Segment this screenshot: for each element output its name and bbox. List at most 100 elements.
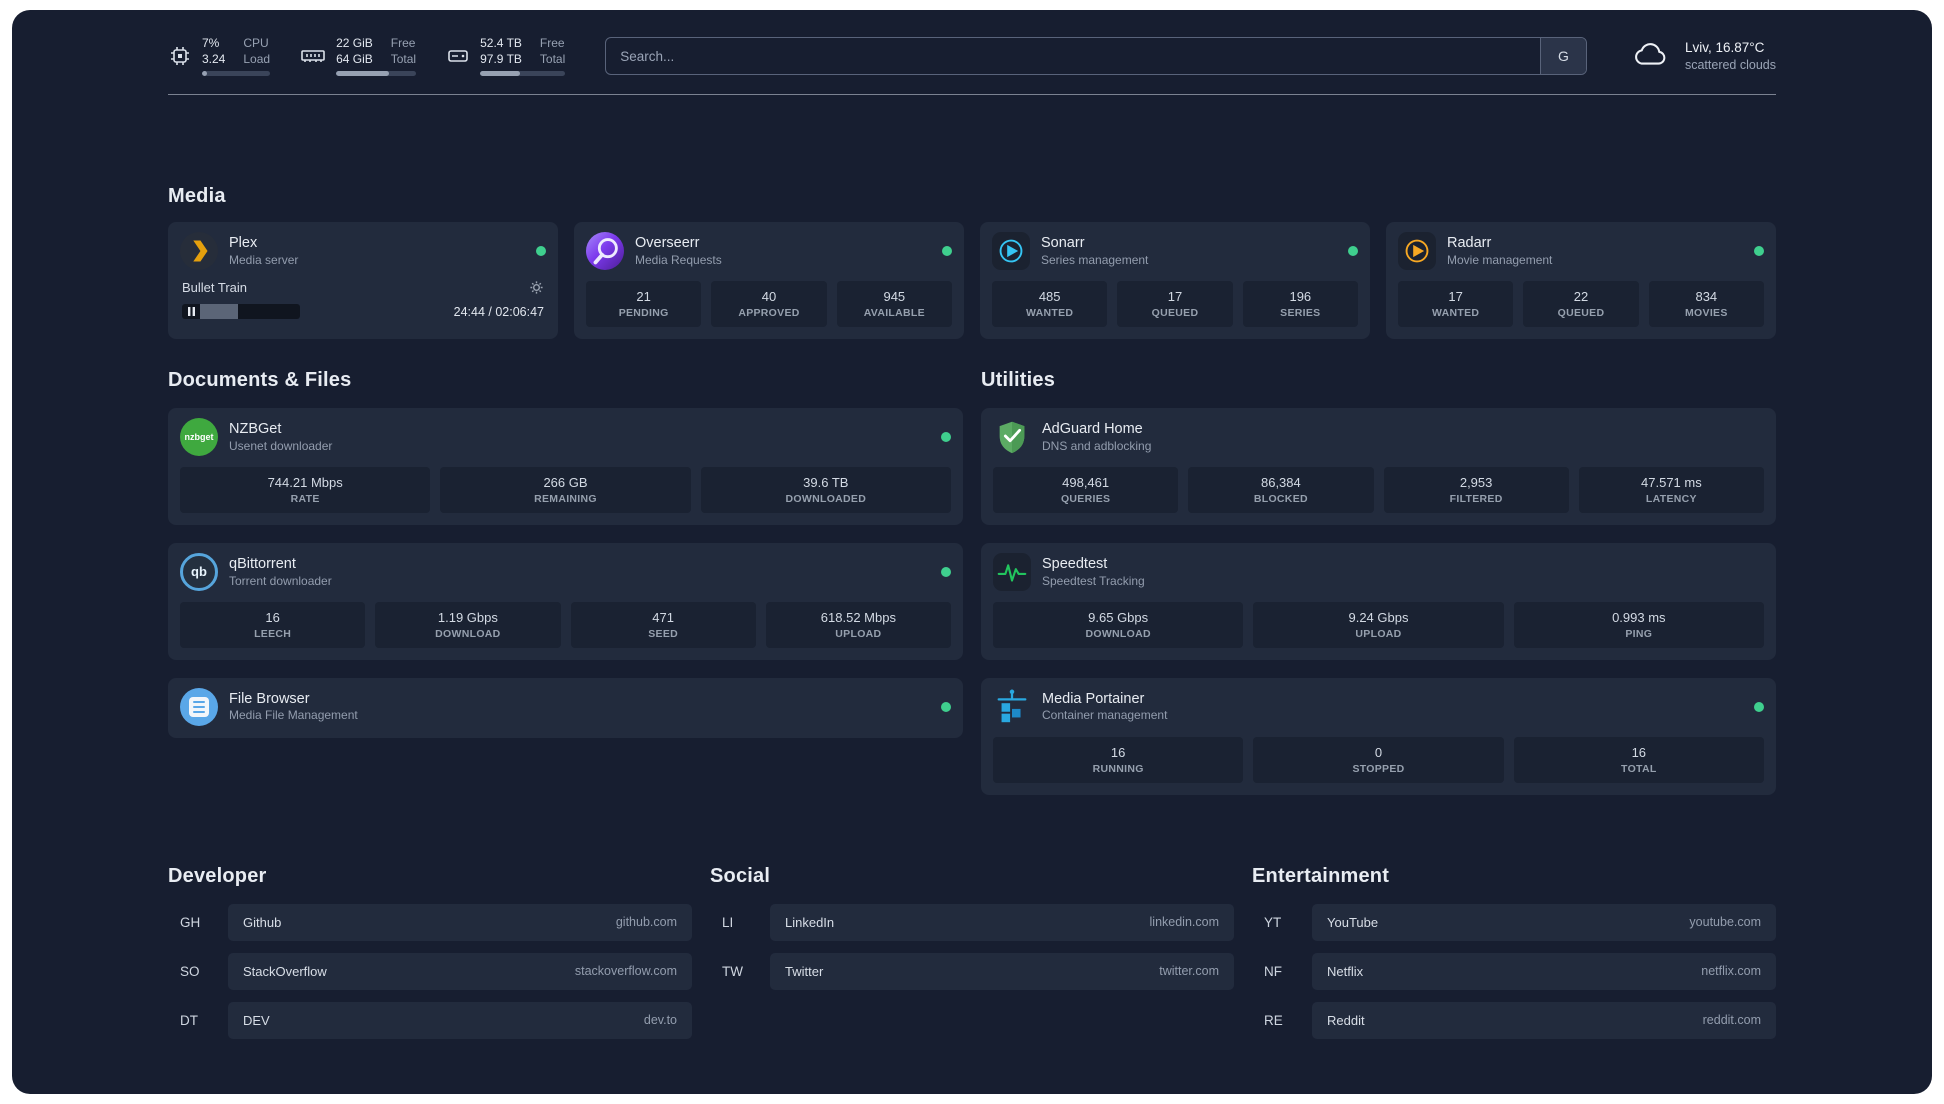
service-card-qbittorrent[interactable]: qb qBittorrent Torrent downloader 16 LEE… <box>168 542 963 660</box>
bookmark-row: RE Reddit reddit.com <box>1252 1001 1776 1039</box>
stat-value: 196 <box>1289 289 1312 305</box>
stat-label: TOTAL <box>1621 763 1657 775</box>
stat-block: 40 APPROVED <box>711 281 827 328</box>
stat-label: WANTED <box>1026 307 1074 320</box>
service-card-radarr[interactable]: Radarr Movie management 17 WANTED 22 QUE… <box>1386 222 1776 340</box>
topbar-divider <box>168 94 1776 96</box>
stat-value: 22 <box>1573 289 1589 305</box>
social-group-title: Social <box>710 864 771 887</box>
stat-label: REMAINING <box>534 493 597 506</box>
cpu-widget: 7% CPU 3.24 Load <box>168 36 271 77</box>
stat-value: 17 <box>1448 289 1463 305</box>
stat-value: 0 <box>1374 744 1383 760</box>
bookmark-row: SO StackOverflow stackoverflow.com <box>168 952 692 990</box>
stat-block: 945 AVAILABLE <box>836 281 952 328</box>
bookmark-link-linkedin[interactable]: LinkedIn linkedin.com <box>770 903 1234 941</box>
bookmark-abbr: GH <box>180 914 201 930</box>
speedtest-icon <box>993 552 1031 591</box>
memory-total-label: Total <box>390 51 417 66</box>
service-name: Media Portainer <box>1042 690 1145 707</box>
stat-block: 16 TOTAL <box>1513 736 1764 783</box>
status-indicator <box>1754 701 1764 712</box>
cpu-usage-bar <box>202 71 271 77</box>
bookmark-link-netflix[interactable]: Netflix netflix.com <box>1312 952 1776 990</box>
bookmark-name: Reddit <box>1327 1012 1365 1028</box>
stat-value: 945 <box>883 289 906 305</box>
bookmark-name: DEV <box>243 1012 270 1028</box>
nzbget-icon: nzbget <box>180 418 218 457</box>
search-input[interactable] <box>606 38 1540 75</box>
service-card-plex[interactable]: Plex Media server Bullet Train 24:44 / 0… <box>168 222 558 340</box>
stat-value: 16 <box>1110 744 1126 760</box>
playback-progress-bar[interactable] <box>182 304 300 320</box>
stat-label: LEECH <box>254 628 292 641</box>
service-description: Torrent downloader <box>229 573 332 588</box>
bookmark-name: Twitter <box>785 963 824 979</box>
bookmark-row: TW Twitter twitter.com <box>710 952 1234 990</box>
service-card-overseerr[interactable]: Overseerr Media Requests 21 PENDING 40 A… <box>574 222 964 340</box>
section-utilities: Utilities AdGuard Home DNS and adblockin… <box>981 369 1776 795</box>
section-documents: Documents & Files nzbget NZBGet Usenet d… <box>168 369 963 795</box>
documents-section-title: Documents & Files <box>168 369 352 392</box>
dashboard-shell: 7% CPU 3.24 Load 22 GiB Free 64 GiB Tota… <box>12 10 1932 1094</box>
stat-value: 0.993 ms <box>1612 609 1666 625</box>
stat-block: 471 SEED <box>570 601 756 648</box>
bookmark-link-stackoverflow[interactable]: StackOverflow stackoverflow.com <box>228 952 692 990</box>
overseerr-icon <box>586 232 624 271</box>
bookmark-url: netflix.com <box>1701 964 1761 979</box>
service-description: Container management <box>1042 708 1168 723</box>
bookmark-abbr: NF <box>1264 963 1282 979</box>
stat-value: 86,384 <box>1260 475 1301 491</box>
service-name: Sonarr <box>1041 234 1085 251</box>
pause-icon[interactable] <box>182 307 200 317</box>
stat-value: 9.65 Gbps <box>1088 609 1149 625</box>
bookmark-url: dev.to <box>643 1013 677 1028</box>
stat-label: WANTED <box>1432 307 1480 320</box>
stat-block: 2,953 FILTERED <box>1383 467 1569 513</box>
search-provider-button[interactable]: G <box>1539 38 1586 75</box>
bookmark-link-github[interactable]: Github github.com <box>228 903 692 941</box>
bookmark-row: GH Github github.com <box>168 903 692 941</box>
service-name: AdGuard Home <box>1042 420 1143 437</box>
service-card-nzbget[interactable]: nzbget NZBGet Usenet downloader 744.21 M… <box>168 408 963 525</box>
service-card-speedtest[interactable]: Speedtest Speedtest Tracking 9.65 Gbps D… <box>981 542 1776 660</box>
memory-free-value: 22 GiB <box>336 36 373 50</box>
bookmark-link-dev[interactable]: DEV dev.to <box>228 1001 692 1039</box>
service-description: Media File Management <box>229 708 358 723</box>
service-card-adguard[interactable]: AdGuard Home DNS and adblocking 498,461 … <box>981 408 1776 525</box>
stat-block: 0.993 ms PING <box>1513 601 1764 648</box>
service-card-filebrowser[interactable]: File Browser Media File Management <box>168 677 963 738</box>
stat-block: 17 WANTED <box>1398 281 1514 328</box>
stat-block: 1.19 Gbps DOWNLOAD <box>375 601 561 648</box>
gear-icon[interactable] <box>529 280 544 295</box>
service-name: File Browser <box>229 690 310 707</box>
service-name: Plex <box>229 234 258 251</box>
stat-label: DOWNLOADED <box>785 493 867 506</box>
utilities-section-title: Utilities <box>981 369 1056 392</box>
stat-block: 618.52 Mbps UPLOAD <box>765 601 951 648</box>
bookmark-link-youtube[interactable]: YouTube youtube.com <box>1312 903 1776 941</box>
bookmark-row: DT DEV dev.to <box>168 1001 692 1039</box>
stat-label: LATENCY <box>1645 493 1697 506</box>
service-name: qBittorrent <box>229 555 296 572</box>
service-card-sonarr[interactable]: Sonarr Series management 485 WANTED 17 Q… <box>980 222 1370 340</box>
service-card-portainer[interactable]: Media Portainer Container management 16 … <box>981 677 1776 795</box>
service-description: DNS and adblocking <box>1042 438 1152 453</box>
stat-block: 16 RUNNING <box>993 736 1244 783</box>
stat-value: 744.21 Mbps <box>267 475 343 491</box>
bookmark-abbr: RE <box>1264 1012 1283 1028</box>
bookmark-link-twitter[interactable]: Twitter twitter.com <box>770 952 1234 990</box>
service-description: Series management <box>1041 252 1149 267</box>
stat-block: 266 GB REMAINING <box>440 467 691 513</box>
bookmark-link-reddit[interactable]: Reddit reddit.com <box>1312 1001 1776 1039</box>
disk-widget: 52.4 TB Free 97.9 TB Total <box>446 36 566 77</box>
bookmark-url: youtube.com <box>1689 915 1761 930</box>
stat-block: 0 STOPPED <box>1253 736 1504 783</box>
stat-label: QUERIES <box>1060 493 1111 506</box>
stat-label: RATE <box>290 493 320 506</box>
stat-block: 39.6 TB DOWNLOADED <box>700 467 951 513</box>
stat-block: 47.571 ms LATENCY <box>1578 467 1764 513</box>
resource-widgets: 7% CPU 3.24 Load 22 GiB Free 64 GiB Tota… <box>168 36 566 77</box>
bookmark-url: reddit.com <box>1702 1013 1761 1028</box>
cpu-usage-label: CPU <box>243 36 269 50</box>
